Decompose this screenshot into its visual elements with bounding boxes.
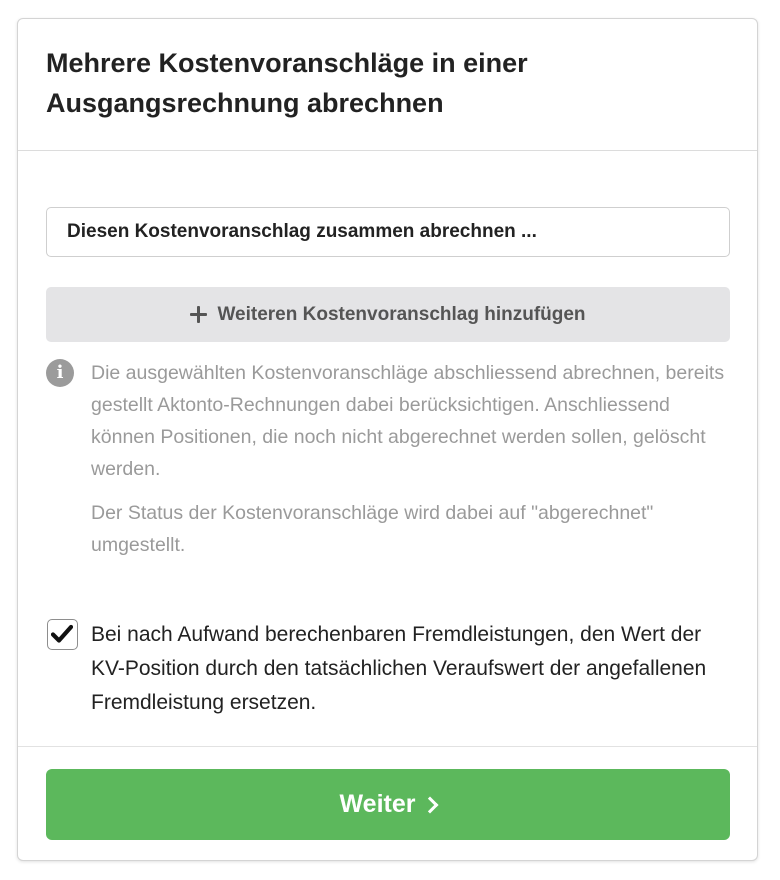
dialog-header: Mehrere Kostenvoranschläge in einer Ausg… (18, 19, 757, 151)
add-estimate-button-label: Weiteren Kostenvoranschlag hinzufügen (217, 303, 586, 325)
replace-value-label[interactable]: Bei nach Aufwand berechenbaren Fremdleis… (91, 618, 736, 720)
next-button[interactable]: Weiter (46, 769, 730, 840)
chevron-right-icon (421, 796, 439, 814)
dialog-title: Mehrere Kostenvoranschläge in einer Ausg… (46, 48, 528, 118)
replace-value-checkbox[interactable] (47, 619, 78, 650)
next-button-label: Weiter (339, 790, 416, 818)
checkmark-icon (51, 624, 73, 643)
add-estimate-button[interactable]: Weiteren Kostenvoranschlag hinzufügen (46, 287, 730, 342)
info-text-1: Die ausgewählten Kostenvoranschläge absc… (91, 362, 725, 480)
dialog-card: Mehrere Kostenvoranschläge in einer Ausg… (17, 18, 758, 861)
plus-icon (190, 306, 208, 323)
info-circle-icon: i (46, 359, 74, 387)
estimate-select[interactable]: Diesen Kostenvoranschlag zusammen abrech… (46, 207, 730, 257)
footer-divider (18, 746, 757, 747)
info-text-2: Der Status der Kostenvoranschläge wird d… (91, 502, 654, 556)
